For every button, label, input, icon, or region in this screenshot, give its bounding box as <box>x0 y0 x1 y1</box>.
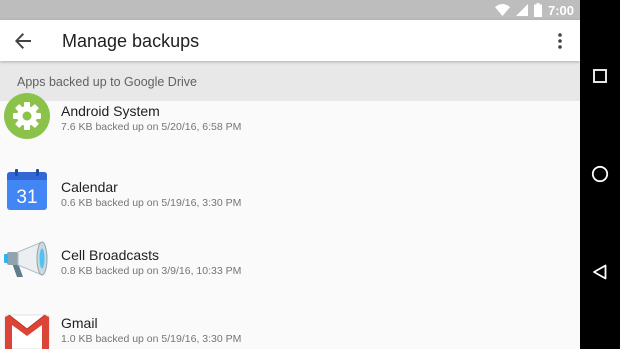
gmail-icon <box>4 314 50 349</box>
list-item-gmail[interactable]: Gmail 1.0 KB backed up on 5/19/16, 3:30 … <box>0 297 580 349</box>
more-vert-icon <box>558 33 562 49</box>
backup-detail: 7.6 KB backed up on 5/20/16, 6:58 PM <box>61 121 242 133</box>
list-item-android-system[interactable]: Android System 7.6 KB backed up on 5/20/… <box>0 93 580 161</box>
back-button[interactable] <box>10 28 36 54</box>
navigation-bar <box>580 0 620 349</box>
backup-detail: 0.8 KB backed up on 3/9/16, 10:33 PM <box>61 265 242 277</box>
app-bar: Manage backups <box>0 20 580 61</box>
screen: 7:00 Manage backups Apps backed up to Go… <box>0 0 580 349</box>
calendar-icon: 31 <box>7 169 47 210</box>
list-item-calendar[interactable]: 31 Calendar 0.6 KB backed up on 5/19/16,… <box>0 161 580 229</box>
android-system-gear-icon <box>4 93 50 139</box>
app-name: Calendar <box>61 179 118 195</box>
backup-detail: 0.6 KB backed up on 5/19/16, 3:30 PM <box>61 197 242 209</box>
home-button[interactable] <box>588 162 612 186</box>
recents-button[interactable] <box>588 64 612 88</box>
app-name: Cell Broadcasts <box>61 247 160 263</box>
section-header-label: Apps backed up to Google Drive <box>17 75 197 89</box>
overflow-menu-button[interactable] <box>550 28 570 54</box>
system-back-button[interactable] <box>588 260 612 284</box>
status-bar: 7:00 <box>0 0 580 20</box>
backup-detail: 1.0 KB backed up on 5/19/16, 3:30 PM <box>61 333 242 345</box>
app-name: Gmail <box>61 315 98 331</box>
list-item-cell-broadcasts[interactable]: Cell Broadcasts 0.8 KB backed up on 3/9/… <box>0 229 580 297</box>
megaphone-icon <box>4 241 48 277</box>
status-icons: 7:00 <box>494 0 574 20</box>
recents-square-icon <box>593 69 607 83</box>
wifi-icon <box>494 4 510 16</box>
back-triangle-icon <box>593 264 607 280</box>
home-circle-icon <box>591 165 609 183</box>
app-name: Android System <box>61 103 160 119</box>
calendar-icon-day: 31 <box>16 187 37 208</box>
arrow-back-icon <box>15 33 31 49</box>
page-title: Manage backups <box>62 31 200 51</box>
battery-icon <box>533 3 542 17</box>
cell-signal-icon <box>515 4 528 16</box>
status-time: 7:00 <box>547 2 574 18</box>
